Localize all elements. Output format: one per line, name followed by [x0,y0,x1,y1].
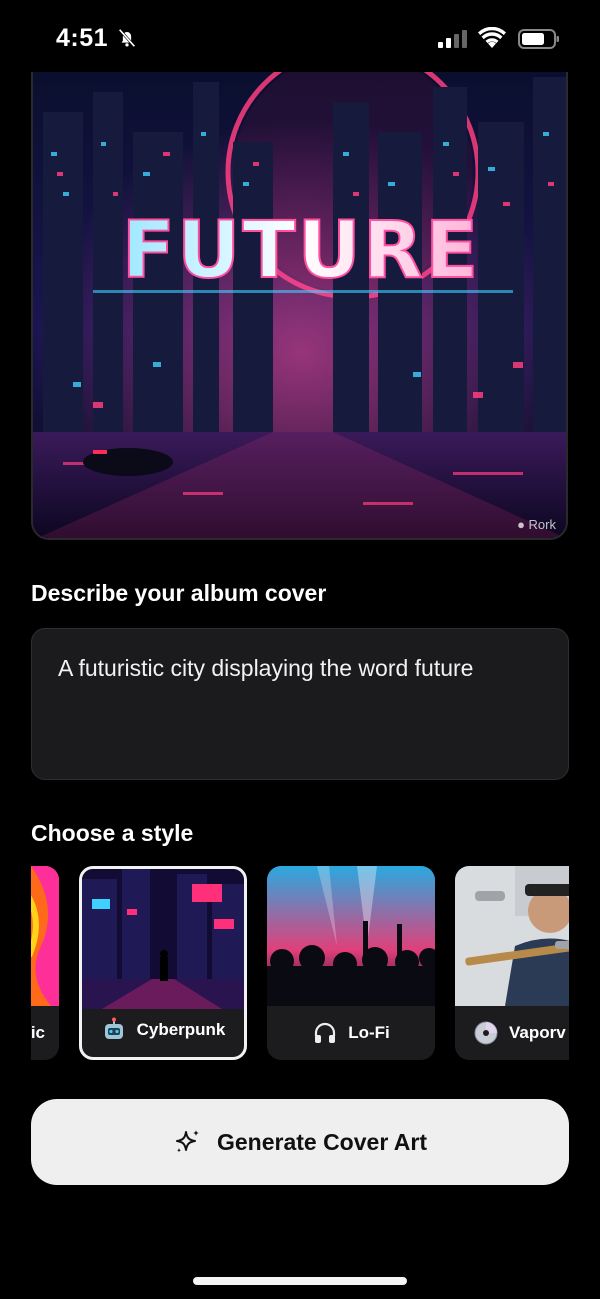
bell-muted-icon [118,28,136,48]
cellular-signal-icon [438,30,467,48]
generated-cover-image: FUTURE ● Rork [31,72,568,540]
style-thumb-cyberpunk [82,869,244,1009]
style-label-partial: ic [31,1023,45,1042]
battery-icon [518,29,559,49]
style-card-partial[interactable]: ic [31,866,59,1060]
style-heading: Choose a style [31,820,194,846]
style-card-vaporwave[interactable]: Vaporv [455,866,569,1060]
prompt-textarea[interactable]: A futuristic city displaying the word fu… [31,628,569,780]
style-thumb-lofi [267,866,435,1006]
status-time: 4:51 [56,24,109,52]
status-bar: 4:51 [0,0,600,72]
style-card-cyberpunk[interactable]: Cyberpunk [79,866,247,1060]
sparkles-icon [175,1130,199,1153]
home-indicator[interactable] [193,1277,407,1285]
style-label-lofi: Lo-Fi [348,1023,390,1042]
robot-icon [104,1017,123,1039]
style-thumb-psychedelic [31,866,59,1006]
watermark: ● Rork [517,517,556,532]
generate-button-label: Generate Cover Art [216,1128,428,1155]
disc-icon [474,1021,498,1045]
style-thumb-vaporwave [455,866,569,1006]
describe-heading: Describe your album cover [31,580,327,606]
style-label-vaporwave: Vaporv [509,1023,566,1042]
style-carousel[interactable]: ic Cyberpunk Lo-Fi Vaporv [31,866,569,1062]
headphones-icon [315,1022,336,1043]
hero-title-text: FUTURE [122,206,481,296]
wifi-icon [478,27,506,48]
generate-cover-art-button[interactable]: Generate Cover Art [31,1099,569,1185]
style-card-lofi[interactable]: Lo-Fi [267,866,435,1060]
style-label-cyberpunk: Cyberpunk [136,1020,226,1039]
